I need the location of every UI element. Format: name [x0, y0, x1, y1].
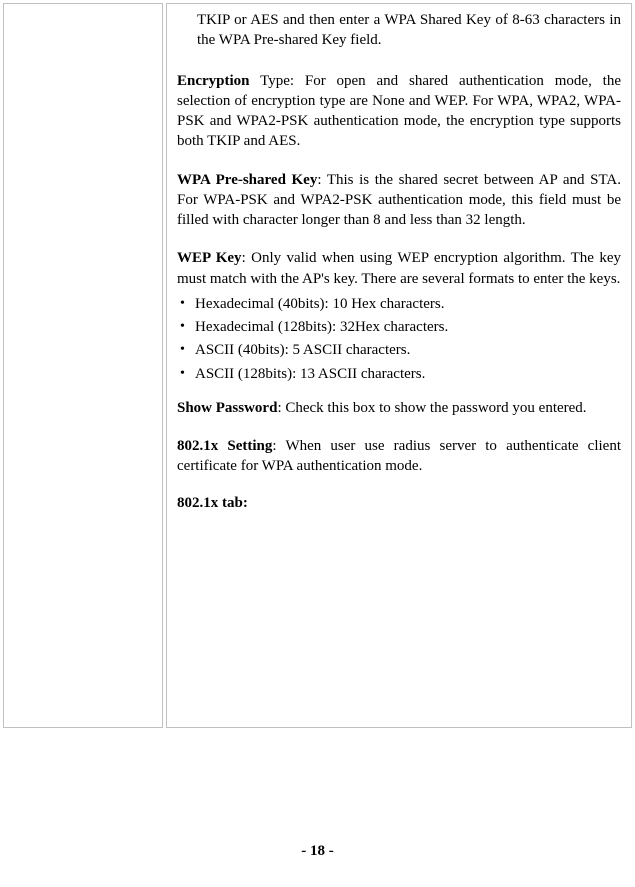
show-password-text: : Check this box to show the password yo…	[277, 400, 586, 416]
wpa-key-paragraph: WPA Pre-shared Key: This is the shared s…	[177, 170, 621, 231]
dot1x-setting-paragraph: 802.1x Setting: When user use radius ser…	[177, 436, 621, 477]
list-item: Hexadecimal (40bits): 10 Hex characters.	[177, 293, 621, 316]
dot1x-tab-heading: 802.1x tab:	[177, 495, 621, 512]
wpa-key-label: WPA Pre-shared Key	[177, 172, 317, 188]
intro-paragraph: TKIP or AES and then enter a WPA Shared …	[177, 10, 621, 51]
show-password-label: Show Password	[177, 400, 277, 416]
list-item: ASCII (128bits): 13 ASCII characters.	[177, 363, 621, 386]
wep-key-label: WEP Key	[177, 250, 242, 266]
show-password-paragraph: Show Password: Check this box to show th…	[177, 398, 621, 418]
right-column: TKIP or AES and then enter a WPA Shared …	[166, 3, 632, 728]
page-number: - 18 -	[3, 843, 632, 860]
list-item: Hexadecimal (128bits): 32Hex characters.	[177, 316, 621, 339]
encryption-paragraph: Encryption Type: For open and shared aut…	[177, 71, 621, 152]
dot1x-setting-label: 802.1x Setting	[177, 438, 272, 454]
left-column	[3, 3, 163, 728]
wep-formats-list: Hexadecimal (40bits): 10 Hex characters.…	[177, 293, 621, 386]
list-item: ASCII (40bits): 5 ASCII characters.	[177, 339, 621, 362]
wep-key-text: : Only valid when using WEP encryption a…	[177, 250, 621, 286]
content-table: TKIP or AES and then enter a WPA Shared …	[3, 3, 632, 728]
wep-key-paragraph: WEP Key: Only valid when using WEP encry…	[177, 248, 621, 289]
encryption-label: Encryption	[177, 73, 250, 89]
